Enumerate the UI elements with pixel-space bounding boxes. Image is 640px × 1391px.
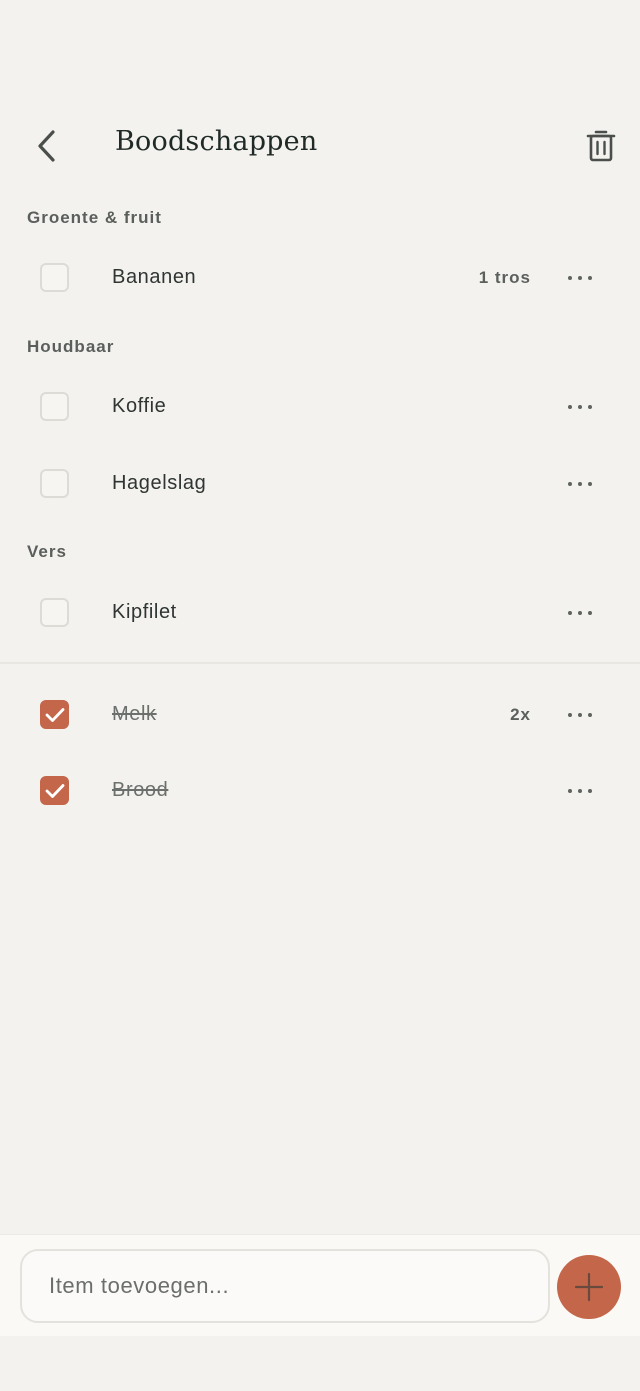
plus-icon [574,1272,604,1302]
item-checkbox[interactable] [40,469,69,498]
section-title-groente-fruit: Groente & fruit [27,208,162,227]
list-item-completed: Melk 2x [0,685,640,745]
list-item: Bananen 1 tros [0,248,640,308]
chevron-left-icon [38,130,55,162]
more-icon [568,276,592,280]
item-label[interactable]: Melk [112,703,157,726]
item-checkbox[interactable] [40,263,69,292]
item-label[interactable]: Brood [112,779,168,802]
list-item: Kipfilet [0,583,640,643]
more-icon [568,611,592,615]
item-label[interactable]: Hagelslag [112,472,206,495]
item-checkbox-checked[interactable] [40,776,69,805]
item-quantity: 1 tros [478,268,531,287]
add-item-button[interactable] [557,1255,621,1319]
add-item-bar [0,1234,640,1336]
more-icon [568,405,592,409]
item-checkbox[interactable] [40,598,69,627]
back-button[interactable] [26,126,66,166]
shopping-list-screen: Boodschappen Groente & fruit Bananen 1 t… [0,0,640,1391]
check-icon [45,783,64,798]
item-more-button[interactable] [562,470,598,498]
item-checkbox[interactable] [40,392,69,421]
list-item: Koffie [0,377,640,437]
item-more-button[interactable] [562,777,598,805]
list-item: Hagelslag [0,454,640,514]
item-quantity: 2x [510,705,531,724]
delete-list-button[interactable] [580,124,622,166]
header: Boodschappen [0,104,640,184]
list-item-completed: Brood [0,761,640,821]
page-title: Boodschappen [115,126,318,157]
section-title-vers: Vers [27,542,67,561]
completed-divider [0,662,640,664]
item-label[interactable]: Bananen [112,266,196,289]
trash-icon [586,130,616,162]
item-label[interactable]: Kipfilet [112,601,177,624]
check-icon [45,707,64,722]
more-icon [568,789,592,793]
item-label[interactable]: Koffie [112,395,166,418]
item-checkbox-checked[interactable] [40,700,69,729]
item-more-button[interactable] [562,599,598,627]
more-icon [568,713,592,717]
item-more-button[interactable] [562,393,598,421]
add-item-input[interactable] [20,1249,550,1323]
more-icon [568,482,592,486]
item-more-button[interactable] [562,701,598,729]
item-more-button[interactable] [562,264,598,292]
section-title-houdbaar: Houdbaar [27,337,115,356]
